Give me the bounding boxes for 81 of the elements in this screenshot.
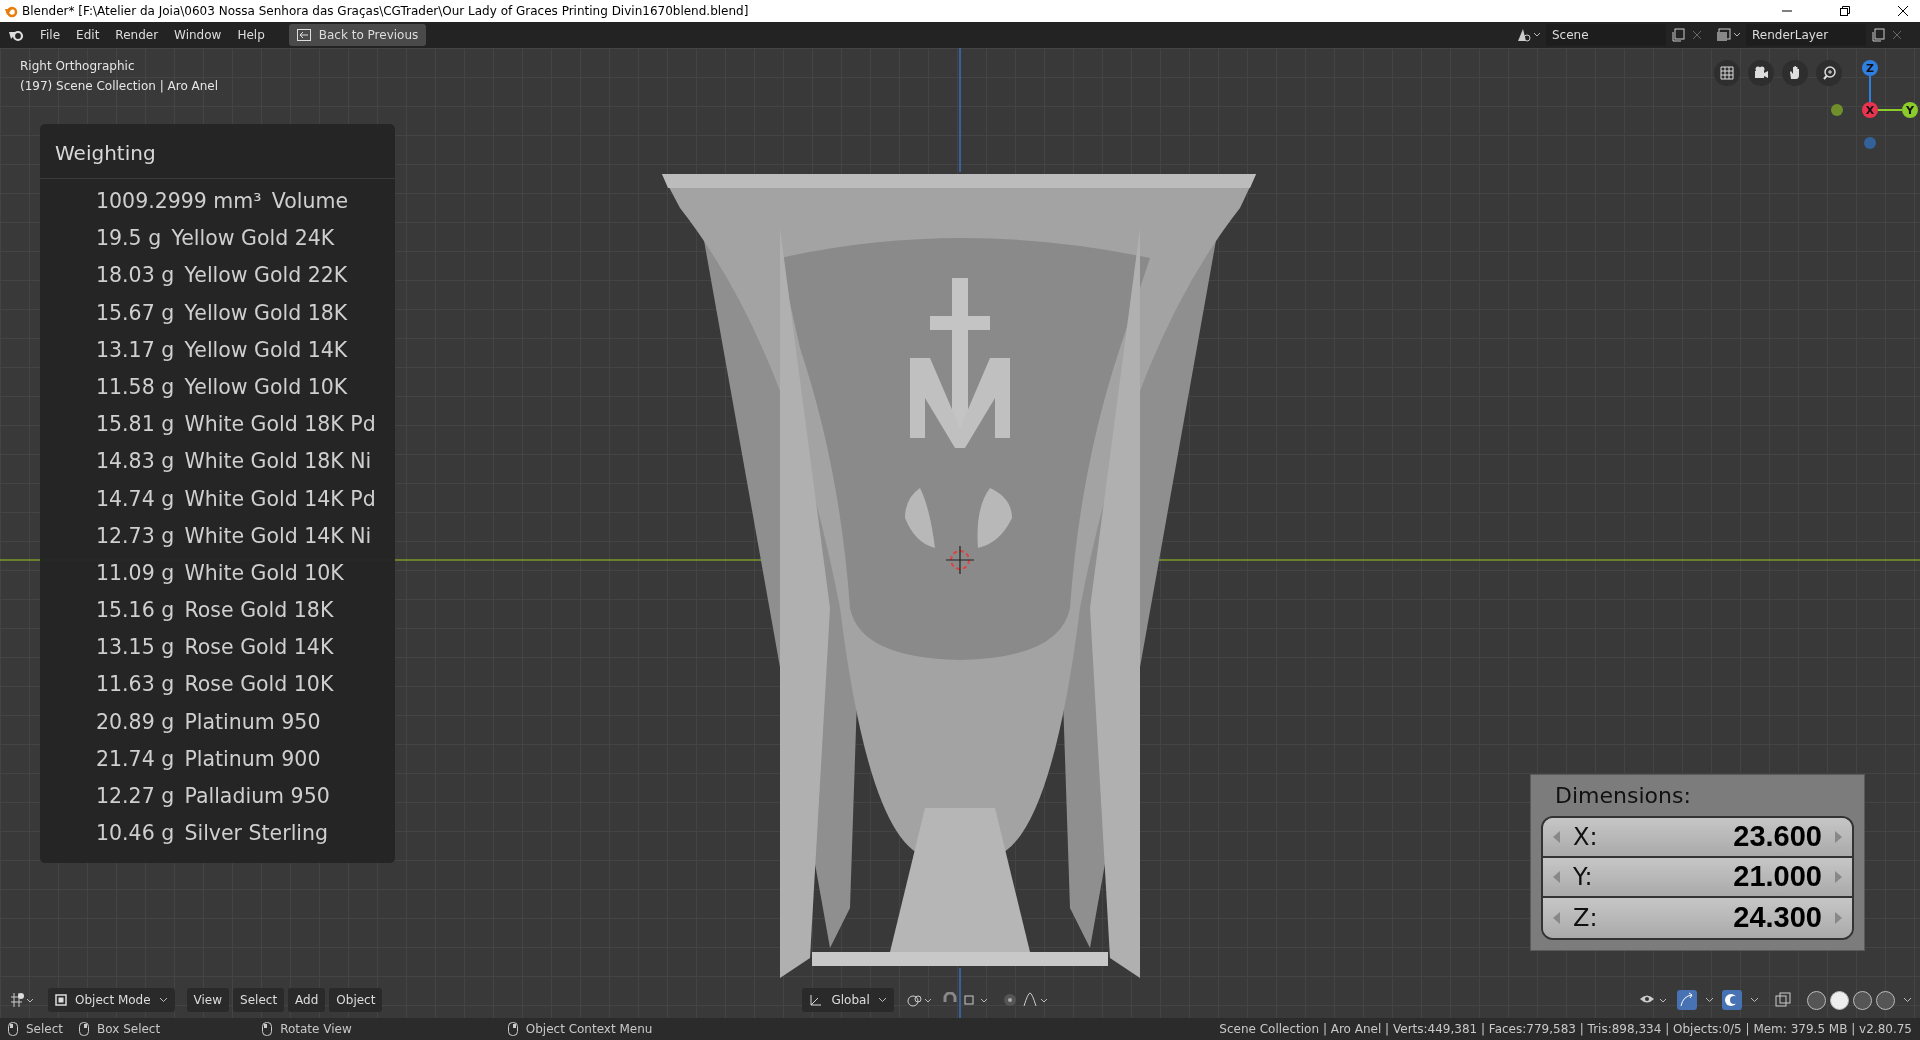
weight-row-text: 18.03 g Yellow Gold 22K (95, 262, 349, 290)
shortcut-hint: Select (26, 1021, 64, 1038)
scene-field[interactable]: Scene (1546, 24, 1666, 46)
weight-row-text: 11.58 g Yellow Gold 10K (95, 373, 349, 401)
scene-statistics: Scene Collection | Aro Anel | Verts:449,381 | Faces:779,583 | Tris:898,334 | Objects:0/5 | Mem: 379.5 MB | v2.80.75 (1219, 1021, 1912, 1038)
weight-row-text: 10.46 g Silver Sterling (95, 820, 330, 848)
image-stack-icon[interactable] (1716, 27, 1742, 43)
gizmo-axis-dot[interactable] (1831, 104, 1843, 116)
xray-icon[interactable] (1775, 992, 1791, 1008)
shortcut-hint: Rotate View (280, 1021, 352, 1038)
panel-title: Dimensions: (1554, 782, 1692, 810)
mouse-icon (507, 1022, 518, 1036)
mouse-icon (79, 1022, 90, 1036)
mouse-icon (8, 1022, 18, 1036)
menu-item[interactable]: Object (329, 988, 383, 1012)
restore-icon[interactable] (1840, 6, 1850, 16)
gizmo-toggle-icon[interactable] (1679, 992, 1695, 1008)
weight-row-text: 11.63 g Rose Gold 10K (95, 671, 335, 699)
gizmo-axis-button[interactable]: X (1862, 102, 1878, 118)
window-title: Blender* [F:\Atelier da Joia\0603 Nossa Senhora das Graças\CGTrader\Our Lady of Graces Printing Divin1670blend.blend] (22, 3, 749, 20)
editor-type-icon[interactable] (8, 991, 36, 1009)
menu-item[interactable]: Render (107, 24, 167, 46)
zoom-icon[interactable] (1820, 64, 1838, 82)
shading-mode-button[interactable] (1853, 990, 1872, 1010)
menu-item[interactable]: Edit (68, 24, 108, 46)
menu-item[interactable]: Add (288, 988, 326, 1012)
caret-icon[interactable] (1705, 997, 1714, 1003)
weight-row-text: 19.5 g Yellow Gold 24K (95, 225, 336, 253)
scene-icon[interactable] (1516, 27, 1542, 43)
grid-icon[interactable] (1718, 64, 1736, 82)
weight-row-text: 11.09 g White Gold 10K (95, 559, 345, 587)
close-icon[interactable] (1898, 6, 1908, 16)
weight-row-text: 20.89 g Platinum 950 (95, 708, 322, 736)
overlay-toggle-icon[interactable] (1724, 992, 1740, 1008)
menu-item[interactable]: Help (229, 24, 273, 46)
menu-item[interactable]: View (186, 988, 230, 1012)
copy-icon[interactable] (1870, 27, 1886, 43)
weight-row-text: 1009.2999 mm³ Volume (95, 188, 350, 215)
caret-icon[interactable] (1750, 997, 1759, 1003)
weight-row-text: 15.16 g Rose Gold 18K (95, 597, 335, 625)
weight-row-text: 21.74 g Platinum 900 (95, 745, 322, 773)
shading-mode-button[interactable] (1807, 990, 1826, 1010)
back-to-previous-button[interactable]: Back to Previous (288, 24, 427, 46)
view-name: Right Orthographic (20, 58, 136, 75)
caret-icon (158, 997, 168, 1003)
panel-title: Weighting (40, 124, 395, 179)
z-axis-line (959, 967, 961, 1018)
copy-icon[interactable] (1670, 27, 1686, 43)
proportional-edit-icon[interactable] (1001, 992, 1018, 1008)
3d-cursor-icon (945, 545, 975, 575)
falloff-curve-icon[interactable] (1021, 991, 1050, 1009)
back-icon (296, 29, 311, 41)
weight-row-text: 13.15 g Rose Gold 14K (95, 634, 335, 662)
caret-icon (877, 997, 887, 1003)
gizmo-axis-dot[interactable] (1864, 137, 1876, 149)
blender-logo-icon[interactable] (8, 28, 24, 42)
weight-row-text: 14.83 g White Gold 18K Ni (95, 448, 373, 476)
menu-item[interactable]: File (32, 24, 69, 46)
orientation-dropdown[interactable]: Global (802, 988, 894, 1012)
cube-icon (55, 994, 67, 1006)
gizmo-axis-button[interactable]: Z (1862, 60, 1878, 76)
weight-row-text: 15.81 g White Gold 18K Pd (95, 411, 377, 439)
weight-row-text: 12.27 g Palladium 950 (95, 783, 331, 810)
shortcut-hint: Box Select (97, 1021, 161, 1038)
collection-info: (197) Scene Collection | Aro Anel (20, 78, 219, 95)
shading-mode-button[interactable] (1876, 990, 1895, 1010)
caret-icon[interactable] (1903, 997, 1912, 1003)
weight-row-text: 13.17 g Yellow Gold 14K (95, 336, 349, 364)
menu-item[interactable]: Window (166, 24, 230, 46)
blender-logo-icon (4, 4, 18, 18)
gizmo-axis-button[interactable]: Y (1902, 102, 1918, 118)
axes-icon (809, 993, 824, 1007)
mouse-icon (262, 1022, 273, 1036)
view-layer-field[interactable]: RenderLayer (1746, 24, 1866, 46)
shortcut-hint: Object Context Menu (525, 1021, 653, 1038)
shading-mode-button[interactable] (1830, 990, 1849, 1010)
mode-dropdown[interactable]: Object Mode (48, 988, 175, 1012)
menu-item[interactable]: Select (233, 988, 285, 1012)
weight-row-text: 12.73 g White Gold 14K Ni (95, 522, 373, 550)
weight-row-text: 15.67 g Yellow Gold 18K (95, 299, 349, 327)
weight-row-text: 14.74 g White Gold 14K Pd (95, 485, 377, 513)
